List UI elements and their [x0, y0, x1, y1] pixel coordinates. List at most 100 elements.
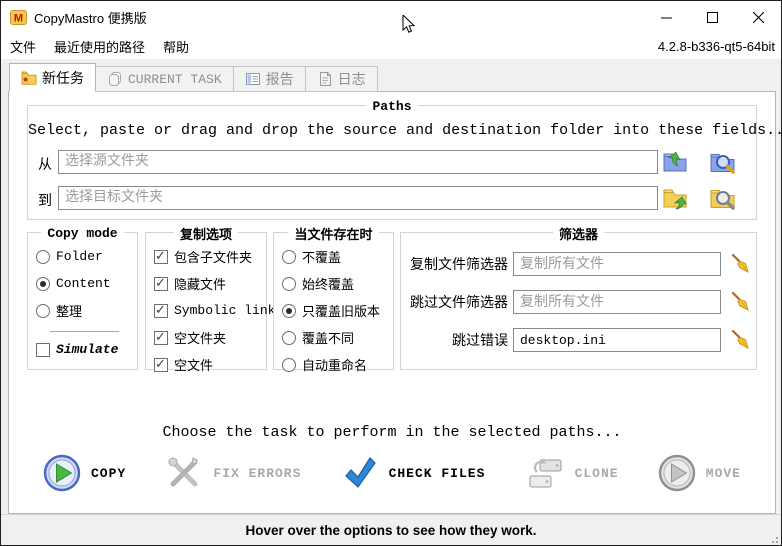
- app-window: M CopyMastro 便携版 文件 最近使用的路径 帮助 4.2.8-b33…: [0, 0, 782, 546]
- task-instruction: Choose the task to perform in the select…: [9, 424, 775, 441]
- paths-group-title: Paths: [366, 99, 417, 114]
- copy-options-group-title: 复制选项: [174, 228, 238, 243]
- to-label: 到: [38, 190, 52, 210]
- paths-instruction: Select, paste or drag and drop the sourc…: [28, 122, 756, 139]
- tab-label: 报告: [266, 69, 294, 89]
- skip-errors-input[interactable]: [513, 328, 721, 352]
- radio-icon: [282, 358, 296, 372]
- browse-destination-button[interactable]: [709, 183, 739, 213]
- menu-bar: 文件 最近使用的路径 帮助 4.2.8-b336-qt5-64bit: [1, 33, 781, 59]
- paste-source-button[interactable]: [661, 147, 691, 177]
- broom-icon: [729, 329, 751, 351]
- radio-icon: [282, 331, 296, 345]
- radio-icon: [36, 304, 50, 318]
- checkbox-checked-icon: [154, 250, 168, 264]
- crossed-tools-icon: [165, 454, 203, 492]
- radio-icon: [282, 277, 296, 291]
- task-button-row: COPY FIX ERRORS CHECK FILES: [37, 444, 747, 502]
- drives-clone-icon: [525, 454, 565, 492]
- move-task-button[interactable]: MOVE: [652, 450, 747, 496]
- checkbox-empty-files[interactable]: 空文件: [154, 354, 262, 375]
- title-bar: M CopyMastro 便携版: [1, 1, 781, 33]
- clone-task-button[interactable]: CLONE: [519, 450, 625, 496]
- copy-task-button[interactable]: COPY: [37, 450, 132, 496]
- folder-search-blue-icon: [709, 148, 737, 176]
- checkbox-hidden-files[interactable]: 隐藏文件: [154, 273, 262, 294]
- broom-icon: [729, 253, 751, 275]
- tab-label: CURRENT TASK: [128, 72, 222, 87]
- source-path-row: 从: [28, 150, 756, 176]
- window-controls: [643, 1, 781, 33]
- fix-errors-task-button[interactable]: FIX ERRORS: [159, 450, 307, 496]
- menu-help[interactable]: 帮助: [154, 33, 198, 60]
- file-exists-groupbox: 当文件存在时 不覆盖 始终覆盖 只覆盖旧版本 覆盖不同: [273, 232, 394, 370]
- close-button[interactable]: [735, 1, 781, 33]
- separator: [50, 331, 119, 332]
- radio-folder[interactable]: Folder: [36, 246, 133, 267]
- skip-filter-row: 跳过文件筛选器: [407, 289, 750, 315]
- paste-destination-button[interactable]: [661, 183, 691, 213]
- radio-icon: [36, 250, 50, 264]
- menu-recent-paths[interactable]: 最近使用的路径: [45, 33, 154, 60]
- skip-errors-label: 跳过错误: [407, 330, 508, 350]
- copy-filter-input[interactable]: [513, 252, 721, 276]
- copy-mode-group-title: Copy mode: [41, 226, 123, 241]
- copy-options-groupbox: 复制选项 包含子文件夹 隐藏文件 Symbolic links 空文件夹: [145, 232, 267, 370]
- radio-icon: [282, 250, 296, 264]
- from-label: 从: [38, 154, 52, 174]
- log-icon: [317, 71, 333, 87]
- resize-grip[interactable]: [768, 533, 778, 543]
- destination-path-row: 到: [28, 186, 756, 212]
- radio-checked-icon: [282, 304, 296, 318]
- broom-icon: [729, 291, 751, 313]
- filters-group-title: 筛选器: [553, 228, 604, 243]
- menu-file[interactable]: 文件: [1, 33, 45, 60]
- pages-icon: [107, 71, 123, 87]
- report-icon: [245, 71, 261, 87]
- copy-filter-label: 复制文件筛选器: [407, 254, 508, 274]
- tab-pane: Paths Select, paste or drag and drop the…: [8, 91, 776, 514]
- version-label: 4.2.8-b336-qt5-64bit: [658, 39, 775, 54]
- radio-overwrite-different[interactable]: 覆盖不同: [282, 327, 389, 348]
- radio-content[interactable]: Content: [36, 273, 133, 294]
- folder-search-yellow-icon: [709, 184, 737, 212]
- radio-organize[interactable]: 整理: [36, 300, 133, 321]
- tab-label: 新任务: [42, 68, 84, 88]
- play-gray-icon: [658, 454, 696, 492]
- copy-mode-groupbox: Copy mode Folder Content 整理 Simulate: [27, 232, 138, 370]
- clear-copy-filter-button[interactable]: [729, 252, 753, 276]
- radio-overwrite-older[interactable]: 只覆盖旧版本: [282, 300, 389, 321]
- new-task-folder-star-icon: [21, 70, 37, 86]
- browse-source-button[interactable]: [709, 147, 739, 177]
- tab-log[interactable]: 日志: [306, 66, 378, 92]
- radio-auto-rename[interactable]: 自动重命名: [282, 354, 389, 375]
- skip-filter-label: 跳过文件筛选器: [407, 292, 508, 312]
- tab-new-task[interactable]: 新任务: [9, 63, 96, 92]
- filters-groupbox: 筛选器 复制文件筛选器 跳过文件筛选器: [400, 232, 757, 370]
- maximize-button[interactable]: [689, 1, 735, 33]
- minimize-button[interactable]: [643, 1, 689, 33]
- radio-always-overwrite[interactable]: 始终覆盖: [282, 273, 389, 294]
- checkbox-simulate[interactable]: Simulate: [36, 339, 133, 360]
- svg-text:M: M: [14, 12, 23, 24]
- radio-no-overwrite[interactable]: 不覆盖: [282, 246, 389, 267]
- source-folder-input[interactable]: [58, 150, 658, 174]
- clear-skip-filter-button[interactable]: [729, 290, 753, 314]
- file-exists-group-title: 当文件存在时: [288, 228, 378, 243]
- clear-skip-errors-button[interactable]: [729, 328, 753, 352]
- status-bar: Hover over the options to see how they w…: [1, 514, 781, 546]
- status-message: Hover over the options to see how they w…: [245, 523, 536, 538]
- play-green-icon: [43, 454, 81, 492]
- checkbox-checked-icon: [154, 331, 168, 345]
- checkbox-empty-folders[interactable]: 空文件夹: [154, 327, 262, 348]
- window-title: CopyMastro 便携版: [34, 8, 147, 27]
- destination-folder-input[interactable]: [58, 186, 658, 210]
- check-files-task-button[interactable]: CHECK FILES: [335, 450, 492, 496]
- skip-filter-input[interactable]: [513, 290, 721, 314]
- app-logo-icon: M: [10, 9, 27, 26]
- checkbox-include-subfolders[interactable]: 包含子文件夹: [154, 246, 262, 267]
- checkbox-checked-icon: [154, 358, 168, 372]
- tab-current-task[interactable]: CURRENT TASK: [96, 66, 234, 92]
- checkbox-symbolic-links[interactable]: Symbolic links: [154, 300, 262, 321]
- tab-report[interactable]: 报告: [234, 66, 306, 92]
